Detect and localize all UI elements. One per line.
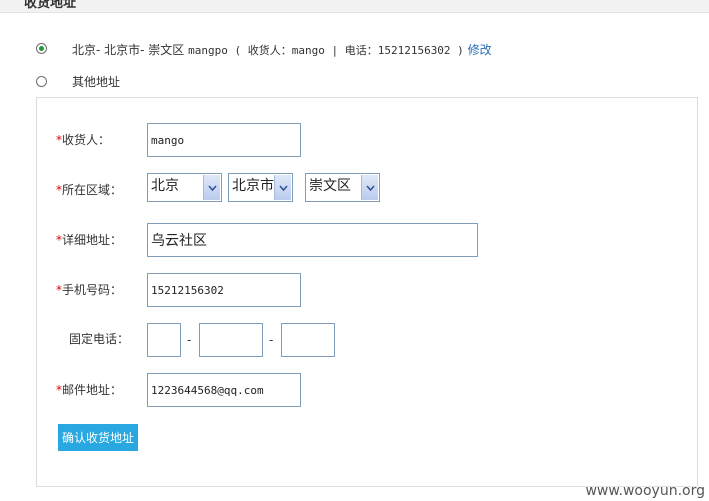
other-address-radio[interactable] <box>36 76 47 87</box>
section-header: 收货地址 <box>0 0 709 13</box>
receiver-input[interactable]: mango <box>147 123 301 157</box>
province-select[interactable]: 北京 <box>147 173 222 202</box>
receiver-label: *收货人： <box>56 133 111 147</box>
mobile-input[interactable]: 15212156302 <box>147 273 301 307</box>
section-title: 收货地址 <box>24 0 77 11</box>
saved-address-option: 北京- 北京市- 崇文区 mangpo ( 收货人：mango | 电话：152… <box>72 41 492 58</box>
saved-address-region: 北京- 北京市- 崇文区 <box>72 43 185 57</box>
email-input[interactable]: 1223644568@qq.com <box>147 373 301 407</box>
region-label: *所在区域： <box>56 183 123 197</box>
address-input[interactable]: 乌云社区 <box>147 223 478 257</box>
mobile-label: *手机号码： <box>56 283 123 297</box>
address-label: *详细地址： <box>56 233 123 247</box>
other-address-label: 其他地址 <box>72 75 121 89</box>
district-select[interactable]: 崇文区 <box>305 173 380 202</box>
phone-area-input[interactable] <box>147 323 181 357</box>
phone-ext-input[interactable] <box>281 323 335 357</box>
saved-address-detail: mangpo ( 收货人：mango | 电话：15212156302 ) <box>188 44 464 57</box>
phone-separator: - <box>187 333 192 347</box>
chevron-down-icon <box>361 175 378 200</box>
chevron-down-icon <box>274 175 291 200</box>
saved-address-radio[interactable] <box>36 43 47 54</box>
phone-separator: - <box>269 333 274 347</box>
city-select[interactable]: 北京市 <box>228 173 293 202</box>
phone-number-input[interactable] <box>199 323 263 357</box>
confirm-address-button[interactable]: 确认收货地址 <box>58 424 138 451</box>
email-label: *邮件地址： <box>56 383 123 397</box>
phone-label: 固定电话： <box>69 332 130 346</box>
edit-address-link[interactable]: 修改 <box>468 43 492 57</box>
watermark: www.wooyun.org <box>585 483 705 499</box>
chevron-down-icon <box>203 175 220 200</box>
